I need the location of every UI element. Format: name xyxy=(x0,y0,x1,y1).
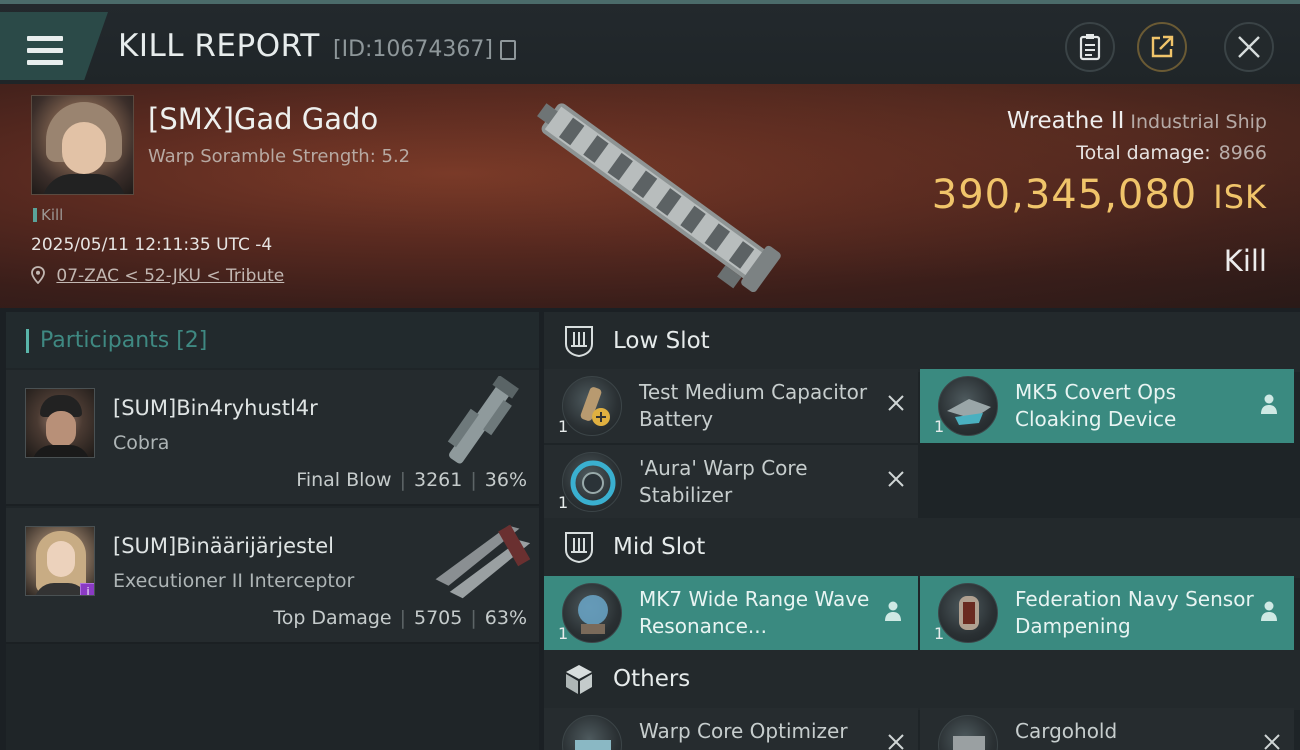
module-item[interactable]: 1 'Aura' Warp Core Stabilizer xyxy=(544,445,918,519)
participant-stats: Top Damage | 5705 | 63% xyxy=(273,607,527,629)
participant-percent: 36% xyxy=(484,469,527,491)
report-id: [ID:10674367] xyxy=(333,37,493,62)
warp-core-stabilizer-icon xyxy=(562,452,622,512)
share-icon xyxy=(1151,35,1174,58)
module-name: MK5 Covert Ops Cloaking Device xyxy=(1015,380,1177,431)
pilot-icon xyxy=(1261,601,1277,621)
participant-avatar[interactable]: i xyxy=(25,526,95,596)
total-damage: Total damage: 8966 xyxy=(1076,142,1267,164)
module-quantity: 1 xyxy=(934,624,945,643)
module-name: 'Aura' Warp Core Stabilizer xyxy=(639,456,808,507)
copy-icon[interactable] xyxy=(500,40,516,60)
participant-name[interactable]: [SUM]Bin4ryhustl4r xyxy=(113,396,318,420)
info-badge-icon: i xyxy=(80,583,94,595)
sensor-dampener-icon xyxy=(938,583,998,643)
module-item[interactable]: 1 Cargohold xyxy=(920,708,1294,750)
mid-slot-header: Mid Slot xyxy=(544,518,1300,578)
module-item[interactable]: 1 Test Medium Capacitor Battery xyxy=(544,369,918,443)
warp-scramble-strength: Warp Soramble Strength: 5.2 xyxy=(148,146,411,167)
module-name: Federation Navy Sensor Dampening xyxy=(1015,587,1254,638)
others-label: Others xyxy=(613,666,691,692)
page-title: KILL REPORT xyxy=(118,28,320,64)
header-bar: KILL REPORT [ID:10674367] xyxy=(0,0,1300,84)
victim-ship-image xyxy=(537,103,781,292)
module-quantity: 1 xyxy=(558,417,569,436)
clipboard-icon xyxy=(1079,34,1101,61)
isk-value: 390,345,080 ISK xyxy=(931,172,1267,218)
participants-header: Participants [2] xyxy=(6,312,539,368)
close-button[interactable] xyxy=(1224,22,1274,72)
mid-slot-icon xyxy=(565,532,593,564)
share-button[interactable] xyxy=(1137,22,1187,72)
others-header: Others xyxy=(544,650,1300,710)
kill-result: Kill xyxy=(1223,244,1267,278)
module-quantity: 1 xyxy=(558,493,569,512)
destroyed-x-icon xyxy=(888,734,904,750)
capacitor-battery-icon xyxy=(562,376,622,436)
victim-ship-name[interactable]: Wreathe II Industrial Ship xyxy=(1007,108,1267,134)
pilot-icon xyxy=(1261,394,1277,414)
close-icon xyxy=(1238,36,1260,58)
menu-icon xyxy=(27,36,63,66)
module-quantity: 1 xyxy=(558,624,569,643)
kill-timestamp: 2025/05/11 12:11:35 UTC -4 xyxy=(31,235,273,255)
participants-panel: Participants [2] [SUM]Bin4ryhustl4r Cobr… xyxy=(6,312,539,750)
module-item[interactable]: 1 Warp Core Optimizer xyxy=(544,708,918,750)
participant-avatar[interactable] xyxy=(25,388,95,458)
victim-name[interactable]: [SMX]Gad Gado xyxy=(148,102,378,136)
destroyed-x-icon xyxy=(888,471,904,487)
victim-avatar[interactable] xyxy=(31,95,134,195)
kill-tag: Kill xyxy=(33,206,63,224)
location-link[interactable]: 07-ZAC < 52-JKU < Tribute xyxy=(31,266,284,286)
participants-title: Participants [2] xyxy=(40,328,208,353)
low-slot-icon xyxy=(565,326,593,358)
participant-damage: 3261 xyxy=(414,469,463,491)
participant-role: Final Blow xyxy=(296,469,392,491)
destroyed-x-icon xyxy=(1264,734,1280,750)
module-quantity: 1 xyxy=(934,417,945,436)
cloaking-device-icon xyxy=(938,376,998,436)
participant-ship: Cobra xyxy=(113,432,170,454)
participant-ship-image xyxy=(435,524,531,599)
pilot-icon xyxy=(885,601,901,621)
kill-banner: [SMX]Gad Gado Warp Soramble Strength: 5.… xyxy=(0,84,1300,308)
menu-button[interactable] xyxy=(0,12,108,80)
module-item[interactable]: 1 MK5 Covert Ops Cloaking Device xyxy=(920,369,1294,443)
module-item[interactable]: 1 MK7 Wide Range Wave Resonance... xyxy=(544,576,918,650)
location-pin-icon xyxy=(31,266,45,284)
participant-ship: Executioner II Interceptor xyxy=(113,570,355,592)
module-name: Cargohold xyxy=(1015,719,1118,743)
clipboard-button[interactable] xyxy=(1065,22,1115,72)
mid-slot-label: Mid Slot xyxy=(613,534,706,560)
participant-stats: Final Blow | 3261 | 36% xyxy=(296,469,527,491)
participant-row[interactable]: i [SUM]Binäärijärjestel Executioner II I… xyxy=(6,508,539,644)
module-item[interactable]: 1 Federation Navy Sensor Dampening xyxy=(920,576,1294,650)
participant-name[interactable]: [SUM]Binäärijärjestel xyxy=(113,534,334,558)
low-slot-label: Low Slot xyxy=(613,328,710,354)
participant-percent: 63% xyxy=(484,607,527,629)
participant-damage: 5705 xyxy=(414,607,463,629)
participant-role: Top Damage xyxy=(273,607,392,629)
warp-core-optimizer-icon xyxy=(562,715,622,750)
cube-icon xyxy=(566,665,592,694)
low-slot-header: Low Slot xyxy=(544,312,1300,372)
module-name: Test Medium Capacitor Battery xyxy=(639,380,868,431)
module-name: Warp Core Optimizer xyxy=(639,719,848,743)
sensor-resonance-icon xyxy=(562,583,622,643)
cargohold-icon xyxy=(938,715,998,750)
participant-row[interactable]: [SUM]Bin4ryhustl4r Cobra Final Blow | 3261… xyxy=(6,370,539,506)
module-name: MK7 Wide Range Wave Resonance... xyxy=(639,587,870,638)
destroyed-x-icon xyxy=(888,395,904,411)
participant-ship-image xyxy=(447,376,519,464)
fitting-panel: Low Slot 1 Test Medium Capacitor Battery… xyxy=(544,312,1300,750)
